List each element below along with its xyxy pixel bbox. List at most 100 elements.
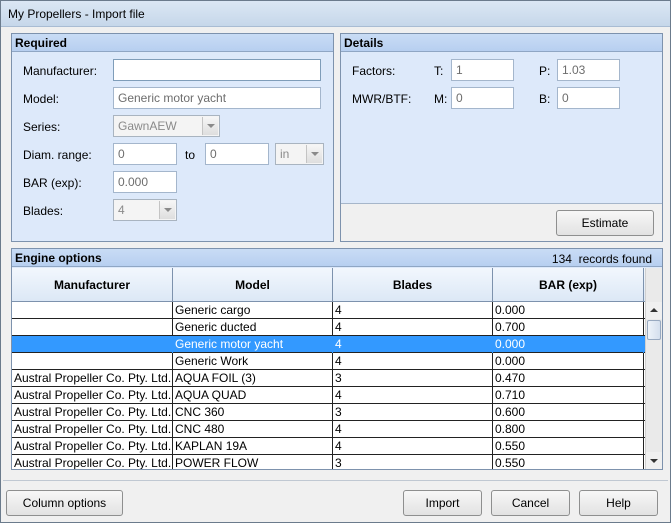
diam-range-label: Diam. range: — [23, 148, 92, 162]
cell-bar: 0.600 — [493, 404, 644, 421]
bar-input[interactable]: 0.000 — [113, 171, 177, 193]
bottom-button-bar: Column options Import Cancel Help — [3, 480, 668, 522]
table-rows: Generic cargo 4 0.000 Generic ducted 4 0.700 G… — [12, 302, 655, 469]
cell-bar: 0.000 — [493, 302, 644, 319]
engine-options-table[interactable]: Manufacturer Model Blades BAR (exp) Gene… — [12, 268, 655, 469]
estimate-button[interactable]: Estimate — [556, 210, 654, 236]
t-input[interactable]: 1 — [451, 59, 514, 81]
p-label: P: — [539, 64, 551, 78]
chevron-down-icon[interactable] — [202, 117, 218, 135]
table-row[interactable]: Generic motor yacht 4 0.000 — [12, 336, 655, 353]
chevron-down-icon[interactable] — [159, 201, 175, 219]
cell-bar: 0.700 — [493, 319, 644, 336]
table-row[interactable]: Austral Propeller Co. Pty. Ltd. CNC 480 4 0… — [12, 421, 655, 438]
engine-options-panel: Engine options 134 records found Manufac… — [11, 248, 663, 470]
column-header-blades[interactable]: Blades — [333, 268, 493, 302]
table-row[interactable]: Generic ducted 4 0.700 — [12, 319, 655, 336]
t-label: T: — [434, 64, 444, 78]
bar-label: BAR (exp): — [23, 176, 82, 190]
details-header: Details — [341, 34, 662, 52]
diam-unit-select[interactable]: in — [275, 143, 324, 165]
cell-model: Generic ducted — [173, 319, 333, 336]
factors-label: Factors: — [352, 64, 396, 78]
p-input[interactable]: 1.03 — [557, 59, 620, 81]
cell-blades: 3 — [333, 404, 493, 421]
m-label: M: — [434, 92, 448, 106]
cancel-button[interactable]: Cancel — [491, 490, 570, 516]
diam-from-input[interactable]: 0 — [113, 143, 177, 165]
cell-model: CNC 480 — [173, 421, 333, 438]
cell-manufacturer — [12, 319, 173, 336]
cell-blades: 4 — [333, 353, 493, 370]
table-header: Manufacturer Model Blades BAR (exp) — [12, 268, 655, 302]
scroll-up-icon[interactable] — [646, 302, 662, 319]
cell-manufacturer — [12, 353, 173, 370]
cell-bar: 0.800 — [493, 421, 644, 438]
model-label: Model: — [23, 92, 60, 106]
table-row[interactable]: Austral Propeller Co. Pty. Ltd. POWER FLO… — [12, 455, 655, 469]
cell-blades: 4 — [333, 421, 493, 438]
manufacturer-input[interactable] — [113, 59, 321, 81]
cell-manufacturer: Austral Propeller Co. Pty. Ltd. — [14, 370, 173, 387]
vertical-scrollbar[interactable] — [645, 268, 662, 469]
cell-manufacturer: Austral Propeller Co. Pty. Ltd. — [12, 455, 173, 469]
series-value: GawnAEW — [118, 119, 177, 133]
cell-manufacturer: Austral Propeller Co. Pty. Ltd. — [14, 421, 173, 438]
series-select[interactable]: GawnAEW — [113, 115, 220, 137]
cell-bar: 0.000 — [493, 353, 644, 370]
diam-unit-value: in — [280, 147, 290, 161]
scroll-thumb[interactable] — [647, 320, 661, 340]
cell-blades: 4 — [333, 387, 493, 404]
cell-blades: 3 — [333, 370, 493, 387]
table-row[interactable]: Austral Propeller Co. Pty. Ltd. KAPLAN 19… — [12, 438, 655, 455]
m-input[interactable]: 0 — [451, 87, 514, 109]
table-row[interactable]: Austral Propeller Co. Pty. Ltd. CNC 360 3 0… — [12, 404, 655, 421]
records-suffix: records found — [578, 252, 652, 266]
cell-model: Generic cargo — [173, 302, 333, 319]
column-header-manufacturer[interactable]: Manufacturer — [12, 268, 173, 302]
help-button[interactable]: Help — [579, 490, 658, 516]
cell-model: CNC 360 — [173, 404, 333, 421]
model-input[interactable]: Generic motor yacht — [113, 87, 321, 109]
details-panel: Details Factors: T: 1 P: 1.03 MWR/BTF: M… — [340, 33, 663, 242]
column-options-button[interactable]: Column options — [6, 490, 123, 516]
cell-bar: 0.550 — [493, 455, 644, 469]
cell-model: KAPLAN 19A — [173, 438, 333, 455]
table-row[interactable]: Generic cargo 4 0.000 — [12, 302, 655, 319]
cell-bar: 0.710 — [493, 387, 644, 404]
cell-bar: 0.550 — [493, 438, 644, 455]
chevron-down-icon[interactable] — [306, 145, 322, 163]
required-header: Required — [12, 34, 333, 52]
column-header-bar[interactable]: BAR (exp) — [493, 268, 644, 302]
import-button[interactable]: Import — [403, 490, 482, 516]
column-header-model[interactable]: Model — [173, 268, 333, 302]
manufacturer-label: Manufacturer: — [23, 64, 98, 78]
cell-model: Generic Work — [173, 353, 333, 370]
blades-value: 4 — [118, 203, 125, 217]
cell-blades: 4 — [333, 438, 493, 455]
engine-options-title: Engine options — [15, 251, 102, 265]
diam-to-input[interactable]: 0 — [205, 143, 269, 165]
window-title: My Propellers - Import file — [8, 7, 145, 21]
cell-manufacturer — [12, 302, 173, 319]
scroll-down-icon[interactable] — [646, 452, 662, 469]
diam-to-label: to — [185, 148, 196, 162]
b-input[interactable]: 0 — [557, 87, 620, 109]
cell-manufacturer: Austral Propeller Co. Pty. Ltd. — [14, 387, 173, 404]
cell-blades: 4 — [333, 319, 493, 336]
table-row[interactable]: Austral Propeller Co. Pty. Ltd. AQUA QUAD… — [12, 387, 655, 404]
blades-select[interactable]: 4 — [113, 199, 177, 221]
records-count: 134 — [551, 252, 572, 266]
table-row[interactable]: Generic Work 4 0.000 — [12, 353, 655, 370]
cell-blades: 4 — [333, 336, 493, 353]
dialog-client: Required Manufacturer: Model: Generic mo… — [3, 28, 668, 522]
cell-blades: 4 — [333, 302, 493, 319]
cell-manufacturer — [12, 336, 173, 353]
engine-options-header: Engine options 134 records found — [12, 249, 662, 267]
table-row[interactable]: Austral Propeller Co. Pty. Ltd. AQUA FOIL… — [12, 370, 655, 387]
cell-bar: 0.000 — [493, 336, 644, 353]
required-panel: Required Manufacturer: Model: Generic mo… — [11, 33, 334, 242]
title-bar[interactable]: My Propellers - Import file — [1, 1, 670, 27]
blades-label: Blades: — [23, 204, 64, 218]
series-label: Series: — [23, 120, 61, 134]
